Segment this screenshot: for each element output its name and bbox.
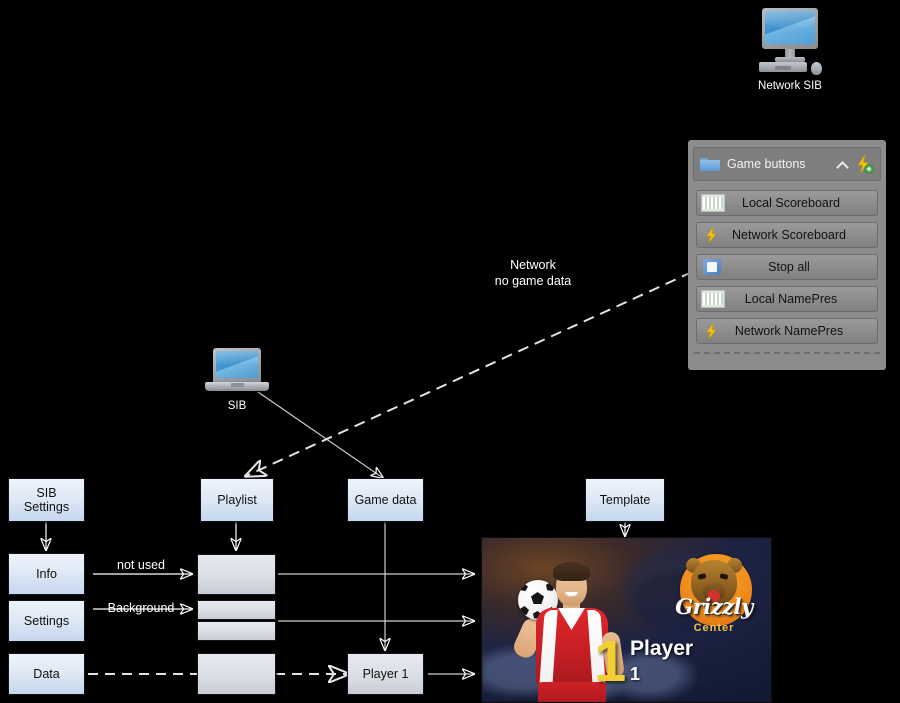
game-buttons-panel[interactable]: Game buttons Local Scoreboard Network Sc… xyxy=(688,140,886,370)
player-number-text: 1 xyxy=(630,664,641,684)
playlist-slot-3[interactable] xyxy=(197,621,276,641)
not-used-label: not used xyxy=(117,558,165,572)
laptop-lid xyxy=(213,348,261,382)
playlist-slot-1[interactable] xyxy=(197,554,276,595)
button-network-scoreboard[interactable]: Network Scoreboard xyxy=(696,222,878,248)
node-template[interactable]: Template xyxy=(585,478,665,522)
button-local-namepres[interactable]: Local NamePres xyxy=(696,286,878,312)
node-game-data[interactable]: Game data xyxy=(347,478,424,522)
lightning-add-icon[interactable] xyxy=(854,154,874,174)
game-buttons-header[interactable]: Game buttons xyxy=(693,147,881,181)
mouse-icon xyxy=(811,62,822,75)
playlist-slot-4[interactable] xyxy=(197,653,276,695)
network-sib-computer-icon xyxy=(755,8,825,76)
laptop-gloss xyxy=(216,351,258,364)
network-no-game-data-label: Network no game data xyxy=(494,258,572,288)
grizzly-logo: Grizzly Center xyxy=(668,550,760,642)
logo-script-text: Grizzly xyxy=(675,594,753,619)
button-label: Stop all xyxy=(768,260,810,274)
logo-subtitle: Center xyxy=(693,622,735,634)
scoreboard-icon xyxy=(701,194,725,212)
chevron-up-icon[interactable] xyxy=(836,157,850,171)
monitor-gloss xyxy=(765,11,815,28)
node-playlist[interactable]: Playlist xyxy=(200,478,274,522)
button-label: Network NamePres xyxy=(734,324,844,338)
stop-icon xyxy=(703,259,721,275)
monitor-screen xyxy=(762,8,818,49)
button-local-scoreboard[interactable]: Local Scoreboard xyxy=(696,190,878,216)
lightning-icon xyxy=(703,322,721,340)
panel-divider xyxy=(694,352,880,354)
lightning-icon xyxy=(703,226,721,244)
button-stop-all[interactable]: Stop all xyxy=(696,254,878,280)
sib-laptop-label: SIB xyxy=(227,400,247,412)
node-info[interactable]: Info xyxy=(8,553,85,595)
scoreboard-icon xyxy=(701,290,725,308)
player-name-text: Player xyxy=(630,637,694,660)
button-network-namepres[interactable]: Network NamePres xyxy=(696,318,878,344)
laptop-trackpad xyxy=(231,383,244,387)
button-label: Local Scoreboard xyxy=(742,196,840,210)
node-sib-settings[interactable]: SIB Settings xyxy=(8,478,85,522)
node-player-1[interactable]: Player 1 xyxy=(347,653,424,695)
monitor-neck xyxy=(785,49,795,57)
diagram-canvas: Network SIB SIB Network no game data Gam… xyxy=(0,0,900,703)
playlist-slot-2[interactable] xyxy=(197,600,276,620)
background-label: Background xyxy=(107,601,175,615)
button-label: Local NamePres xyxy=(744,292,838,306)
keyboard-icon xyxy=(759,62,807,72)
template-preview-image[interactable]: Grizzly Center 1 Player 1 xyxy=(481,537,772,703)
player-number-large: 1 xyxy=(594,629,627,694)
folder-icon xyxy=(700,157,720,172)
button-label: Network Scoreboard xyxy=(732,228,846,242)
sib-laptop-icon xyxy=(205,348,269,396)
player-hair xyxy=(553,562,590,581)
node-settings[interactable]: Settings xyxy=(8,600,85,642)
network-sib-label: Network SIB xyxy=(758,80,822,92)
node-data[interactable]: Data xyxy=(8,653,85,695)
game-buttons-title: Game buttons xyxy=(727,157,806,171)
